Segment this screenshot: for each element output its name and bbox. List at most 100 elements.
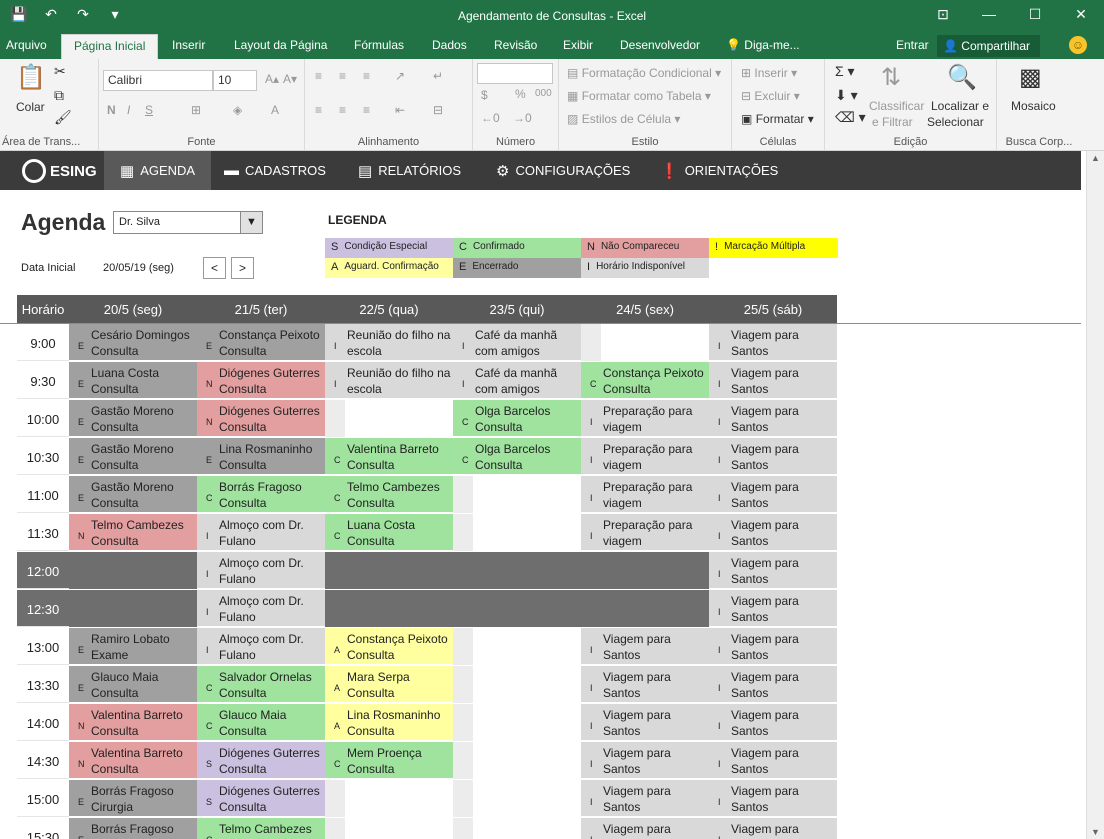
sort-filter-icon[interactable]: ⇅	[881, 63, 901, 92]
appointment-cell[interactable]	[453, 666, 581, 703]
appointment-cell[interactable]: N Telmo Cambezes Consulta	[69, 514, 197, 551]
next-week-button[interactable]: >	[231, 257, 254, 279]
menu-agenda[interactable]: ▦ AGENDA	[104, 151, 212, 190]
appointment-cell[interactable]: N Diógenes Guterres Consulta	[197, 400, 325, 437]
scroll-down-icon[interactable]: ▼	[1091, 827, 1100, 837]
fill-icon[interactable]: ⬇ ▾	[835, 87, 858, 104]
appointment-cell[interactable]: A Constança Peixoto Consulta	[325, 628, 453, 665]
appointment-cell[interactable]	[453, 514, 581, 551]
appointment-cell[interactable]: I Almoço com Dr. Fulano	[197, 628, 325, 665]
appointment-cell[interactable]: C Borrás Fragoso Consulta	[197, 476, 325, 513]
appointment-cell[interactable]: E Borrás Fragoso Cirurgia	[69, 780, 197, 817]
minimize-button[interactable]: —	[966, 0, 1012, 30]
appointment-cell[interactable]: E Gastão Moreno Consulta	[69, 438, 197, 475]
percent-label[interactable]: %	[515, 87, 526, 101]
appointment-cell[interactable]: E Cesário Domingos Consulta	[69, 324, 197, 361]
merge-center-icon[interactable]: ⊟	[433, 103, 443, 117]
font-size-box[interactable]: 10	[213, 70, 257, 91]
sign-in-link[interactable]: Entrar	[896, 38, 929, 52]
align-left-icon[interactable]: ≡	[315, 103, 322, 117]
appointment-cell[interactable]: I Viagem para Santos	[581, 780, 709, 817]
thousands-label[interactable]: 000	[535, 88, 552, 99]
appointment-cell[interactable]: I Viagem para Santos	[581, 704, 709, 741]
tab-layout[interactable]: Layout da Página	[234, 38, 327, 52]
appointment-cell[interactable]: N Valentina Barreto Consulta	[69, 742, 197, 779]
tab-revisao[interactable]: Revisão	[494, 38, 537, 52]
appointment-cell[interactable]	[453, 742, 581, 779]
format-as-table-button[interactable]: ▦ Formatar como Tabela ▾	[567, 89, 711, 103]
appointment-cell[interactable]: C Telmo Cambezes Consulta	[325, 476, 453, 513]
menu-configuracoes[interactable]: ⚙ CONFIGURAÇÕES	[496, 151, 630, 190]
appointment-cell[interactable]: C Olga Barcelos Consulta	[453, 400, 581, 437]
italic-icon[interactable]: I	[127, 103, 130, 117]
appointment-cell[interactable]: E Luana Costa Consulta	[69, 362, 197, 399]
appointment-cell[interactable]: E Gastão Moreno Consulta	[69, 476, 197, 513]
appointment-cell[interactable]: C Salvador Ornelas Consulta	[197, 666, 325, 703]
font-name-box[interactable]: Calibri	[103, 70, 213, 91]
appointment-cell[interactable]: I Almoço com Dr. Fulano	[197, 514, 325, 551]
increase-font-icon[interactable]: A▴	[265, 72, 279, 86]
appointment-cell[interactable]	[453, 476, 581, 513]
appointment-cell[interactable]: C Mem Proença Consulta	[325, 742, 453, 779]
find-select-label-2[interactable]: Selecionar	[927, 115, 984, 129]
autosum-icon[interactable]: Σ ▾	[835, 63, 855, 80]
appointment-cell[interactable]: I Preparação para viagem	[581, 514, 709, 551]
appointment-cell[interactable]: I Viagem para Santos	[581, 742, 709, 779]
appointment-cell[interactable]: I Almoço com Dr. Fulano	[197, 590, 325, 627]
find-select-label-1[interactable]: Localizar e	[931, 99, 989, 113]
appointment-cell[interactable]: C Luana Costa Consulta	[325, 514, 453, 551]
increase-decimal-icon[interactable]: ←0	[481, 111, 500, 125]
appointment-cell[interactable]: I Café da manhã com amigos	[453, 324, 581, 361]
appointment-cell[interactable]: S Diógenes Guterres Consulta	[197, 780, 325, 817]
appointment-cell[interactable]	[453, 818, 581, 839]
appointment-cell[interactable]: E Glauco Maia Consulta	[69, 666, 197, 703]
fill-color-icon[interactable]: ◈	[233, 103, 242, 117]
tab-desenvolvedor[interactable]: Desenvolvedor	[620, 38, 700, 52]
appointment-cell[interactable]: I Viagem para Santos	[709, 400, 837, 437]
appointment-cell[interactable]	[325, 818, 453, 839]
sort-filter-label-2[interactable]: e Filtrar	[872, 115, 913, 129]
appointment-cell[interactable]: I Viagem para	[709, 818, 837, 839]
appointment-cell[interactable]: I Viagem para Santos	[581, 628, 709, 665]
mosaic-label[interactable]: Mosaico	[1011, 99, 1056, 113]
tab-formulas[interactable]: Fórmulas	[354, 38, 404, 52]
menu-orientacoes[interactable]: ❗ ORIENTAÇÕES	[660, 151, 778, 190]
underline-icon[interactable]: S	[145, 103, 153, 117]
appointment-cell[interactable]: I Viagem para Santos	[709, 514, 837, 551]
wrap-text-icon[interactable]: ↵	[433, 69, 443, 83]
appointment-cell[interactable]: I Preparação para viagem	[581, 400, 709, 437]
share-button[interactable]: 👤 Compartilhar	[937, 35, 1040, 57]
appointment-cell[interactable]	[325, 400, 453, 437]
currency-icon[interactable]: $	[481, 88, 488, 102]
paste-icon[interactable]: 📋	[16, 63, 46, 92]
paste-label[interactable]: Colar	[16, 100, 45, 114]
appointment-cell[interactable]: I Viagem para Santos	[709, 742, 837, 779]
tab-pagina-inicial[interactable]: Página Inicial	[61, 34, 159, 59]
tab-arquivo[interactable]: Arquivo	[6, 38, 47, 52]
appointment-cell[interactable]: I Viagem para Santos	[709, 362, 837, 399]
feedback-smiley-icon[interactable]: ☺	[1069, 36, 1087, 54]
insert-cells-button[interactable]: ⊞ Inserir ▾	[741, 66, 797, 80]
mosaic-icon[interactable]: ▩	[1019, 63, 1042, 92]
align-bottom-icon[interactable]: ≡	[363, 69, 370, 83]
appointment-cell[interactable]: I Viagem para Santos	[709, 590, 837, 627]
appointment-cell[interactable]: I Viagem para Santos	[709, 780, 837, 817]
format-painter-icon[interactable]: 🖌	[54, 109, 72, 126]
appointment-cell[interactable]: I Viagem para	[581, 818, 709, 839]
appointment-cell[interactable]: C Olga Barcelos Consulta	[453, 438, 581, 475]
copy-icon[interactable]: ⧉	[54, 87, 64, 104]
previous-week-button[interactable]: <	[203, 257, 226, 279]
font-color-icon[interactable]: A	[271, 103, 279, 117]
appointment-cell[interactable]: E Constança Peixoto Consulta	[197, 324, 325, 361]
orientation-icon[interactable]: ↗	[395, 69, 405, 83]
menu-cadastros[interactable]: ▬ CADASTROS	[224, 151, 326, 190]
decrease-font-icon[interactable]: A▾	[283, 72, 297, 86]
decrease-decimal-icon[interactable]: →0	[513, 111, 532, 125]
appointment-cell[interactable]: I Preparação para viagem	[581, 476, 709, 513]
appointment-cell[interactable]: I Preparação para viagem	[581, 438, 709, 475]
tab-exibir[interactable]: Exibir	[563, 38, 593, 52]
appointment-cell[interactable]: C Telmo Cambezes	[197, 818, 325, 839]
appointment-cell[interactable]: I Café da manhã com amigos	[453, 362, 581, 399]
doctor-select[interactable]: Dr. Silva ▼	[113, 211, 263, 234]
appointment-cell[interactable]: E Lina Rosmaninho Consulta	[197, 438, 325, 475]
